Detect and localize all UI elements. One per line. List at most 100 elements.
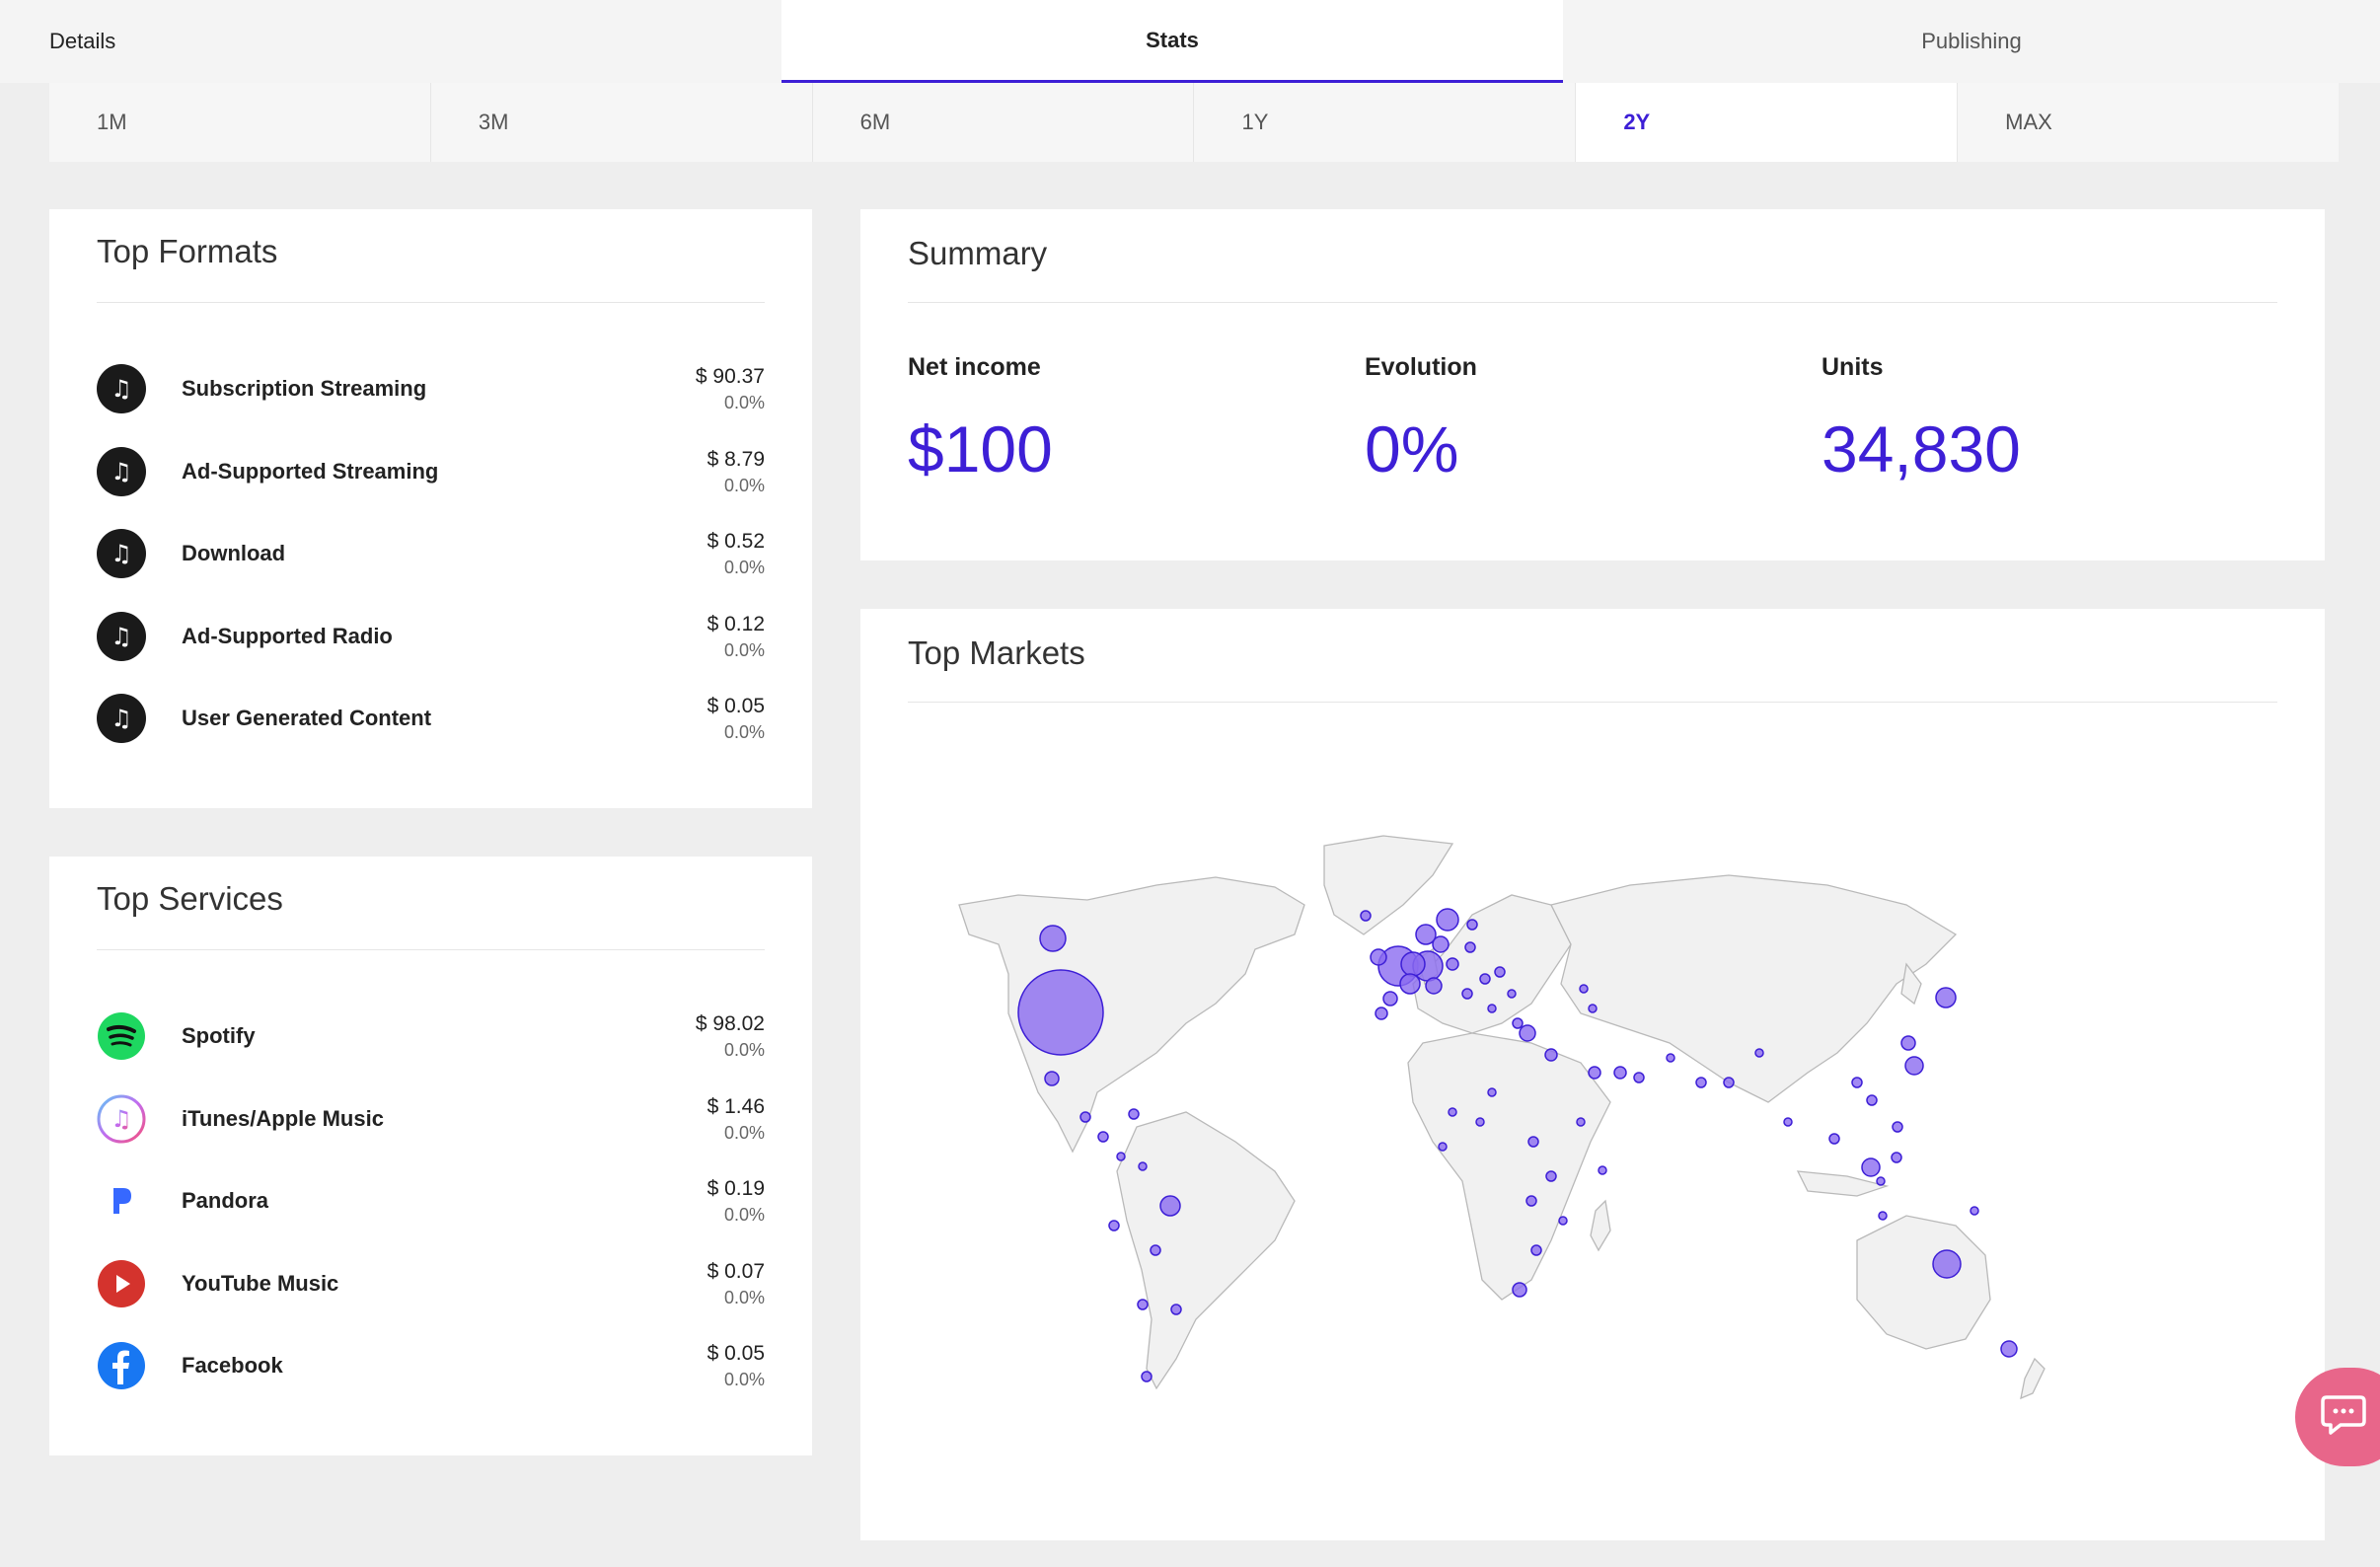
market-bubble[interactable] (1861, 1157, 1881, 1177)
market-bubble[interactable] (1438, 1142, 1448, 1152)
market-bubble[interactable] (1044, 1071, 1060, 1086)
market-bubble[interactable] (1375, 1007, 1388, 1020)
evolution-label: Evolution (1365, 353, 1477, 381)
market-bubble[interactable] (1970, 1206, 1979, 1216)
market-bubble[interactable] (1108, 1220, 1120, 1231)
music-note-icon: ♫ (97, 364, 146, 413)
market-bubble[interactable] (1588, 1066, 1601, 1080)
net-income-label: Net income (908, 353, 1041, 381)
market-bubble[interactable] (1525, 1195, 1537, 1207)
market-bubble[interactable] (1904, 1056, 1924, 1076)
market-bubble[interactable] (1400, 951, 1426, 977)
market-bubble[interactable] (1487, 1087, 1497, 1097)
market-bubble[interactable] (1892, 1121, 1903, 1133)
market-bubble[interactable] (1598, 1165, 1607, 1175)
format-percent: 0.0% (723, 392, 765, 412)
list-item: ♫ Subscription Streaming $ 90.37 0.0% (97, 359, 765, 418)
market-bubble[interactable] (1519, 1024, 1536, 1042)
period-6m[interactable]: 6M (813, 83, 1195, 162)
market-bubble[interactable] (1436, 908, 1459, 932)
market-bubble[interactable] (1613, 1066, 1627, 1080)
market-bubble[interactable] (1544, 1048, 1558, 1062)
market-bubble[interactable] (1079, 1111, 1091, 1123)
market-bubble[interactable] (1576, 1117, 1586, 1127)
format-percent: 0.0% (723, 721, 765, 742)
market-bubble[interactable] (1507, 989, 1517, 999)
market-bubble[interactable] (1487, 1004, 1497, 1013)
market-bubble[interactable] (1360, 910, 1372, 922)
market-bubble[interactable] (1475, 1117, 1485, 1127)
market-bubble[interactable] (1461, 988, 1473, 1000)
market-bubble[interactable] (1512, 1282, 1527, 1298)
market-bubble[interactable] (1558, 1216, 1568, 1226)
period-label: 6M (859, 110, 891, 134)
summary-card: Summary Net income $100 Evolution 0% Uni… (860, 209, 2325, 560)
format-label: Ad-Supported Streaming (182, 459, 439, 484)
market-bubble[interactable] (1370, 948, 1387, 966)
market-bubble[interactable] (1150, 1244, 1161, 1256)
market-bubble[interactable] (1545, 1170, 1557, 1182)
format-amount: $ 90.37 (695, 364, 765, 388)
market-bubble[interactable] (1116, 1152, 1126, 1161)
market-bubble[interactable] (1097, 1131, 1109, 1143)
market-bubble[interactable] (1464, 941, 1476, 953)
period-1m[interactable]: 1M (49, 83, 431, 162)
market-bubble[interactable] (1141, 1371, 1153, 1382)
tab-details[interactable]: Details (0, 0, 781, 83)
chat-icon (2321, 1393, 2368, 1442)
list-item: Facebook $ 0.05 0.0% (97, 1336, 765, 1395)
market-bubble[interactable] (1633, 1072, 1645, 1083)
world-landmass (958, 835, 2045, 1400)
market-bubble[interactable] (1425, 977, 1443, 995)
market-bubble[interactable] (1695, 1077, 1707, 1088)
market-bubble[interactable] (1754, 1048, 1764, 1058)
market-bubble[interactable] (1399, 973, 1421, 995)
period-1y[interactable]: 1Y (1194, 83, 1577, 162)
market-bubble[interactable] (1415, 924, 1437, 945)
period-max[interactable]: MAX (1958, 83, 2339, 162)
market-bubble[interactable] (1828, 1133, 1840, 1145)
market-bubble[interactable] (1579, 984, 1589, 994)
market-bubble[interactable] (1128, 1108, 1140, 1120)
market-bubble[interactable] (1446, 957, 1459, 971)
market-bubble[interactable] (1876, 1176, 1886, 1186)
list-item: YouTube Music $ 0.07 0.0% (97, 1254, 765, 1313)
market-bubble[interactable] (1851, 1077, 1863, 1088)
period-3m[interactable]: 3M (431, 83, 813, 162)
market-bubble[interactable] (1479, 973, 1491, 985)
units-stat: Units 34,830 (1822, 353, 2021, 486)
market-bubble[interactable] (1017, 969, 1104, 1056)
market-bubble[interactable] (1494, 966, 1506, 978)
service-label: Pandora (182, 1188, 269, 1213)
market-bubble[interactable] (1527, 1136, 1539, 1148)
market-bubble[interactable] (1891, 1152, 1902, 1163)
market-bubble[interactable] (1159, 1195, 1181, 1217)
market-bubble[interactable] (1588, 1004, 1598, 1013)
tab-stats[interactable]: Stats (781, 0, 1563, 83)
market-bubble[interactable] (1666, 1053, 1675, 1063)
market-bubble[interactable] (1878, 1211, 1888, 1221)
service-percent: 0.0% (723, 1369, 765, 1389)
market-bubble[interactable] (1170, 1304, 1182, 1315)
market-bubble[interactable] (1448, 1107, 1457, 1117)
market-bubble[interactable] (1039, 925, 1067, 952)
market-bubble[interactable] (1900, 1035, 1916, 1051)
market-bubble[interactable] (2000, 1340, 2018, 1358)
list-item: Pandora $ 0.19 0.0% (97, 1171, 765, 1231)
market-bubble[interactable] (1723, 1077, 1735, 1088)
market-bubble[interactable] (1935, 987, 1957, 1008)
market-bubble[interactable] (1382, 991, 1398, 1007)
market-bubble[interactable] (1866, 1094, 1878, 1106)
list-item: ♫ iTunes/Apple Music $ 1.46 0.0% (97, 1089, 765, 1149)
tab-publishing[interactable]: Publishing (1563, 0, 2380, 83)
market-bubble[interactable] (1932, 1249, 1962, 1279)
market-bubble[interactable] (1783, 1117, 1793, 1127)
market-bubble[interactable] (1137, 1299, 1149, 1310)
units-value: 34,830 (1822, 412, 2021, 485)
period-2y[interactable]: 2Y (1576, 83, 1959, 162)
music-note-icon: ♫ (97, 447, 146, 496)
market-bubble[interactable] (1138, 1161, 1148, 1171)
market-bubble[interactable] (1512, 1017, 1524, 1029)
market-bubble[interactable] (1530, 1244, 1542, 1256)
market-bubble[interactable] (1466, 919, 1478, 931)
